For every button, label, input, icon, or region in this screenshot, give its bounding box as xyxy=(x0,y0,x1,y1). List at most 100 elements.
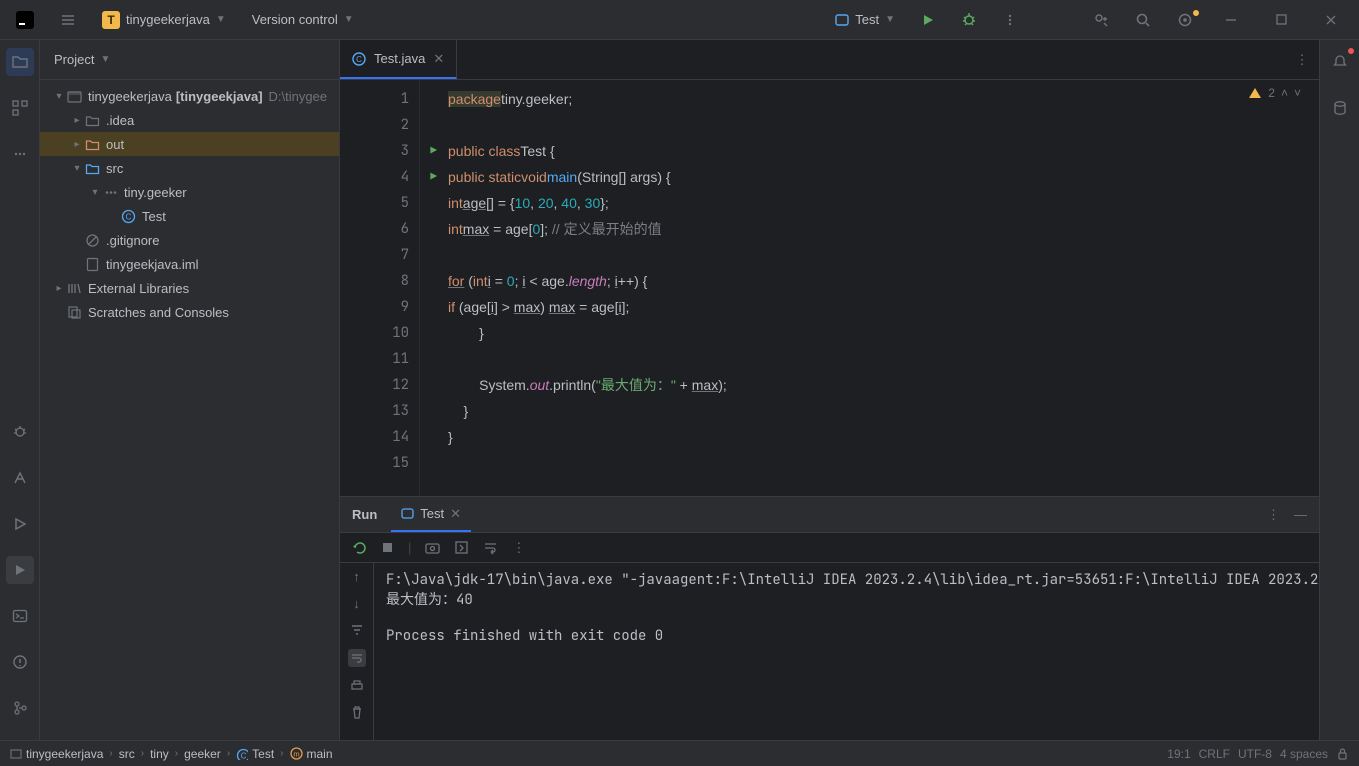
rail-structure[interactable] xyxy=(6,94,34,122)
window-close[interactable] xyxy=(1311,5,1351,35)
main-menu-button[interactable] xyxy=(52,8,84,32)
rail-more[interactable] xyxy=(6,140,34,168)
title-bar: T tinygeekerjava ▼ Version control ▼ Tes… xyxy=(0,0,1359,40)
vcs-menu[interactable]: Version control ▼ xyxy=(244,8,362,31)
breadcrumb-item[interactable]: tinygeekerjava xyxy=(10,747,103,761)
search-button[interactable] xyxy=(1127,8,1159,32)
tree-node[interactable]: Scratches and Consoles xyxy=(40,300,339,324)
screenshot-button[interactable] xyxy=(425,540,440,555)
run-tab-label: Test xyxy=(420,506,444,521)
tree-node[interactable]: CTest xyxy=(40,204,339,228)
rail-problems[interactable] xyxy=(6,648,34,676)
project-panel-header[interactable]: Project ▼ xyxy=(40,40,339,80)
print-button[interactable] xyxy=(350,679,364,693)
vcs-label: Version control xyxy=(252,12,338,27)
run-tab[interactable]: Test ✕ xyxy=(391,497,471,532)
editor-tab[interactable]: C Test.java ✕ xyxy=(340,40,457,79)
project-tree[interactable]: ▾tinygeekerjava [tinygeekjava] D:\tinyge… xyxy=(40,80,339,740)
run-panel: Run Test ✕ ⋮ — | ⋮ xyxy=(340,496,1319,740)
rail-build[interactable] xyxy=(6,464,34,492)
rail-database[interactable] xyxy=(1326,94,1354,122)
ide-logo[interactable] xyxy=(8,7,42,33)
rail-project[interactable] xyxy=(6,48,34,76)
project-selector[interactable]: T tinygeekerjava ▼ xyxy=(94,7,234,33)
chevron-down-icon: ▼ xyxy=(885,14,895,25)
filter-button[interactable] xyxy=(350,623,364,637)
svg-text:m: m xyxy=(293,750,299,759)
breadcrumb-item[interactable]: C Test xyxy=(236,747,274,761)
editor-tabs: C Test.java ✕ ⋮ xyxy=(340,40,1319,80)
breadcrumb-item[interactable]: m main xyxy=(290,747,333,761)
tree-node[interactable]: ▾tiny.geeker xyxy=(40,180,339,204)
rail-run[interactable] xyxy=(6,556,34,584)
wrap-button[interactable] xyxy=(348,649,366,667)
svg-text:C: C xyxy=(356,55,362,64)
rail-debug[interactable] xyxy=(6,418,34,446)
project-panel-title: Project xyxy=(54,52,94,67)
lock-icon[interactable] xyxy=(1336,747,1349,760)
run-header: Run Test ✕ ⋮ — xyxy=(340,497,1319,533)
project-name: tinygeekerjava xyxy=(126,12,210,27)
class-icon: C xyxy=(352,52,366,66)
tree-node[interactable]: .gitignore xyxy=(40,228,339,252)
more-actions-button[interactable] xyxy=(995,9,1025,31)
scroll-up-button[interactable]: ↑ xyxy=(353,569,360,584)
right-rail xyxy=(1319,40,1359,740)
rail-notifications[interactable] xyxy=(1326,48,1354,76)
chevron-down-icon[interactable]: ˅ xyxy=(1294,86,1301,100)
debug-button[interactable] xyxy=(953,8,985,32)
tree-node[interactable]: ▸out xyxy=(40,132,339,156)
code-editor[interactable]: 123456789101112131415 2 ˄ ˅ package tiny… xyxy=(340,80,1319,496)
run-config-icon xyxy=(835,13,849,27)
run-config-icon xyxy=(401,507,414,520)
inspections-widget[interactable]: 2 ˄ ˅ xyxy=(1248,86,1301,100)
line-separator[interactable]: CRLF xyxy=(1199,747,1230,761)
scroll-down-button[interactable]: ↓ xyxy=(353,596,360,611)
chevron-down-icon: ▼ xyxy=(216,14,226,25)
stop-button[interactable] xyxy=(381,541,394,554)
tree-node[interactable]: ▾src xyxy=(40,156,339,180)
export-button[interactable] xyxy=(454,540,469,555)
soft-wrap-button[interactable] xyxy=(483,540,498,555)
breadcrumb-item[interactable]: tiny xyxy=(150,747,169,761)
rail-git[interactable] xyxy=(6,694,34,722)
indent-info[interactable]: 4 spaces xyxy=(1280,747,1328,761)
tabs-more-button[interactable]: ⋮ xyxy=(1285,40,1319,79)
tree-node[interactable]: ▾tinygeekerjava [tinygeekjava] D:\tinyge… xyxy=(40,84,339,108)
rail-terminal[interactable] xyxy=(6,602,34,630)
run-output[interactable]: F:\Java\jdk-17\bin\java.exe "-javaagent:… xyxy=(374,563,1319,740)
breadcrumbs[interactable]: tinygeekerjava›src›tiny›geeker›C Test›m … xyxy=(10,747,333,761)
chevron-down-icon: ▼ xyxy=(344,14,354,25)
run-side-toolbar: ↑ ↓ xyxy=(340,563,374,740)
rail-services[interactable] xyxy=(6,510,34,538)
chevron-up-icon[interactable]: ˄ xyxy=(1281,86,1288,100)
tab-close-button[interactable]: ✕ xyxy=(433,51,444,67)
run-config-name: Test xyxy=(855,12,879,27)
window-maximize[interactable] xyxy=(1261,5,1301,35)
run-hide-button[interactable]: — xyxy=(1294,507,1307,522)
file-encoding[interactable]: UTF-8 xyxy=(1238,747,1272,761)
run-tab-close[interactable]: ✕ xyxy=(450,506,461,522)
tree-node[interactable]: ▸External Libraries xyxy=(40,276,339,300)
run-config-selector[interactable]: Test ▼ xyxy=(827,8,903,31)
code-with-me-button[interactable] xyxy=(1085,8,1117,32)
caret-position[interactable]: 19:1 xyxy=(1167,747,1190,761)
main-body: Project ▼ ▾tinygeekerjava [tinygeekjava]… xyxy=(0,40,1359,740)
editor-content[interactable]: 2 ˄ ˅ package tiny.geeker;public class T… xyxy=(420,80,1319,496)
tree-node[interactable]: ▸.idea xyxy=(40,108,339,132)
editor-area: C Test.java ✕ ⋮ 123456789101112131415 2 … xyxy=(340,40,1319,740)
tab-label: Test.java xyxy=(374,51,425,66)
status-bar: tinygeekerjava›src›tiny›geeker›C Test›m … xyxy=(0,740,1359,766)
run-toolbar-more[interactable]: ⋮ xyxy=(512,540,525,556)
settings-button[interactable] xyxy=(1169,8,1201,32)
breadcrumb-item[interactable]: geeker xyxy=(184,747,221,761)
window-minimize[interactable] xyxy=(1211,5,1251,35)
run-button[interactable] xyxy=(913,9,943,31)
tree-node[interactable]: tinygeekjava.iml xyxy=(40,252,339,276)
breadcrumb-item[interactable]: src xyxy=(119,747,135,761)
chevron-down-icon: ▼ xyxy=(100,54,110,65)
run-more-button[interactable]: ⋮ xyxy=(1267,507,1280,523)
delete-button[interactable] xyxy=(350,705,364,719)
run-toolbar: | ⋮ xyxy=(340,533,1319,563)
rerun-button[interactable] xyxy=(352,540,367,555)
